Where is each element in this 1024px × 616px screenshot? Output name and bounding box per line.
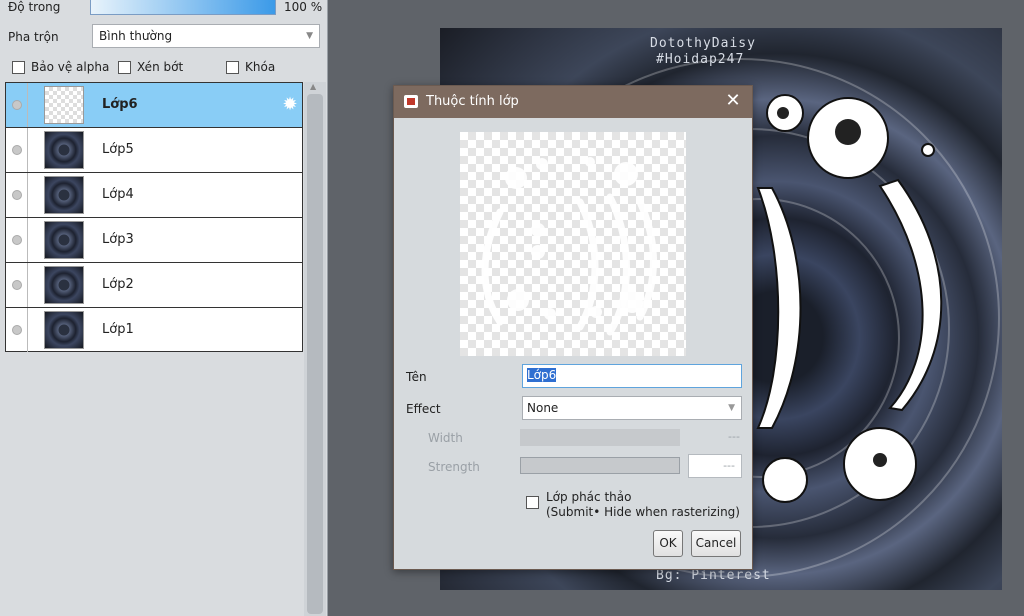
layer-name: Lớp3 <box>102 232 134 247</box>
name-label: Tên <box>406 370 427 384</box>
blend-label: Pha trộn <box>8 30 59 44</box>
selected-text: Lớp6 <box>527 368 557 382</box>
chevron-down-icon: ▼ <box>728 403 735 413</box>
layer-list: Lớp6 ✹ Lớp5 Lớp4 Lớp3 Lớp2 Lớp1 <box>5 82 303 352</box>
layer-thumbnail <box>44 176 84 214</box>
layer-name: Lớp2 <box>102 277 134 292</box>
opacity-value: 100 % <box>284 0 323 14</box>
clipping-checkbox[interactable]: Xén bớt <box>118 60 183 74</box>
layer-row-6[interactable]: Lớp6 ✹ <box>6 83 302 128</box>
visibility-toggle[interactable] <box>6 263 28 307</box>
visibility-toggle[interactable] <box>6 308 28 352</box>
effect-label: Effect <box>406 402 441 416</box>
visibility-toggle[interactable] <box>6 83 28 127</box>
dialog-titlebar[interactable]: Thuộc tính lớp ✕ <box>394 86 752 118</box>
eye-icon <box>12 100 22 110</box>
opacity-slider[interactable] <box>90 0 276 15</box>
dialog-title: Thuộc tính lớp <box>426 94 519 109</box>
opacity-row: Độ trong 100 % <box>0 0 328 18</box>
visibility-toggle[interactable] <box>6 218 28 262</box>
layer-properties-dialog: Thuộc tính lớp ✕ Tên Lớp6 Effect None ▼ … <box>393 85 753 570</box>
ok-button[interactable]: OK <box>653 530 683 557</box>
clipping-label: Xén bớt <box>137 60 184 74</box>
eye-icon <box>12 235 22 245</box>
layer-preview <box>460 132 686 356</box>
opacity-label: Độ trong <box>8 0 61 14</box>
lock-checkbox[interactable]: Khóa <box>226 60 275 74</box>
layer-row-5[interactable]: Lớp5 <box>6 128 302 173</box>
checkbox-box[interactable] <box>118 60 131 74</box>
eye-icon <box>12 190 22 200</box>
layer-row-2[interactable]: Lớp2 <box>6 263 302 308</box>
layer-name: Lớp4 <box>102 187 134 202</box>
watermark-tag: #Hoidap247 <box>656 52 745 67</box>
preview-artwork <box>481 157 657 336</box>
layer-row-4[interactable]: Lớp4 <box>6 173 302 218</box>
protect-alpha-checkbox[interactable]: Bảo vệ alpha <box>12 60 109 74</box>
visibility-toggle[interactable] <box>6 128 28 172</box>
layer-thumbnail <box>44 221 84 259</box>
width-label: Width <box>428 431 463 445</box>
chevron-down-icon: ▼ <box>306 31 313 41</box>
protect-alpha-label: Bảo vệ alpha <box>31 60 110 74</box>
width-value: --- <box>728 430 740 443</box>
lock-label: Khóa <box>245 60 276 74</box>
strength-label: Strength <box>428 460 480 474</box>
eye-icon <box>12 280 22 290</box>
strength-input: --- <box>688 454 742 478</box>
width-slider <box>520 429 680 446</box>
layer-name: Lớp6 <box>102 97 138 112</box>
effect-value: None <box>527 401 559 415</box>
layer-thumbnail <box>44 266 84 304</box>
blend-mode-value: Bình thường <box>99 29 173 43</box>
cancel-button[interactable]: Cancel <box>691 530 741 557</box>
layer-thumbnail <box>44 311 84 349</box>
layer-row-1[interactable]: Lớp1 <box>6 308 302 353</box>
watermark-bg-credit: Bg: Pinterest <box>656 568 771 583</box>
layer-name-input[interactable]: Lớp6 <box>522 364 742 388</box>
draft-layer-checkbox[interactable] <box>526 496 539 509</box>
checkbox-box[interactable] <box>226 60 239 74</box>
eye-icon <box>12 325 22 335</box>
scroll-thumb[interactable] <box>307 94 323 614</box>
app-icon <box>404 95 418 108</box>
layer-name: Lớp5 <box>102 142 134 157</box>
blend-mode-select[interactable]: Bình thường ▼ <box>92 24 320 48</box>
layer-scrollbar[interactable]: ▲ <box>304 82 326 616</box>
strength-slider <box>520 457 680 474</box>
draft-layer-label: Lớp phác thảo <box>546 490 632 504</box>
visibility-toggle[interactable] <box>6 173 28 217</box>
layer-options: Bảo vệ alpha Xén bớt Khóa <box>0 58 328 78</box>
gear-icon[interactable]: ✹ <box>280 95 300 115</box>
effect-select[interactable]: None ▼ <box>522 396 742 420</box>
close-icon[interactable]: ✕ <box>722 90 744 111</box>
layer-row-3[interactable]: Lớp3 <box>6 218 302 263</box>
watermark-name: DotothyDaisy <box>650 36 756 51</box>
draft-layer-hint: (Submit• Hide when rasterizing) <box>546 505 740 519</box>
layer-thumbnail <box>44 131 84 169</box>
layer-thumbnail <box>44 86 84 124</box>
layer-name: Lớp1 <box>102 322 134 337</box>
scroll-up-icon[interactable]: ▲ <box>310 82 316 91</box>
checkbox-box[interactable] <box>12 60 25 74</box>
eye-icon <box>12 145 22 155</box>
layer-panel: Độ trong 100 % Pha trộn Bình thường ▼ Bả… <box>0 0 328 616</box>
